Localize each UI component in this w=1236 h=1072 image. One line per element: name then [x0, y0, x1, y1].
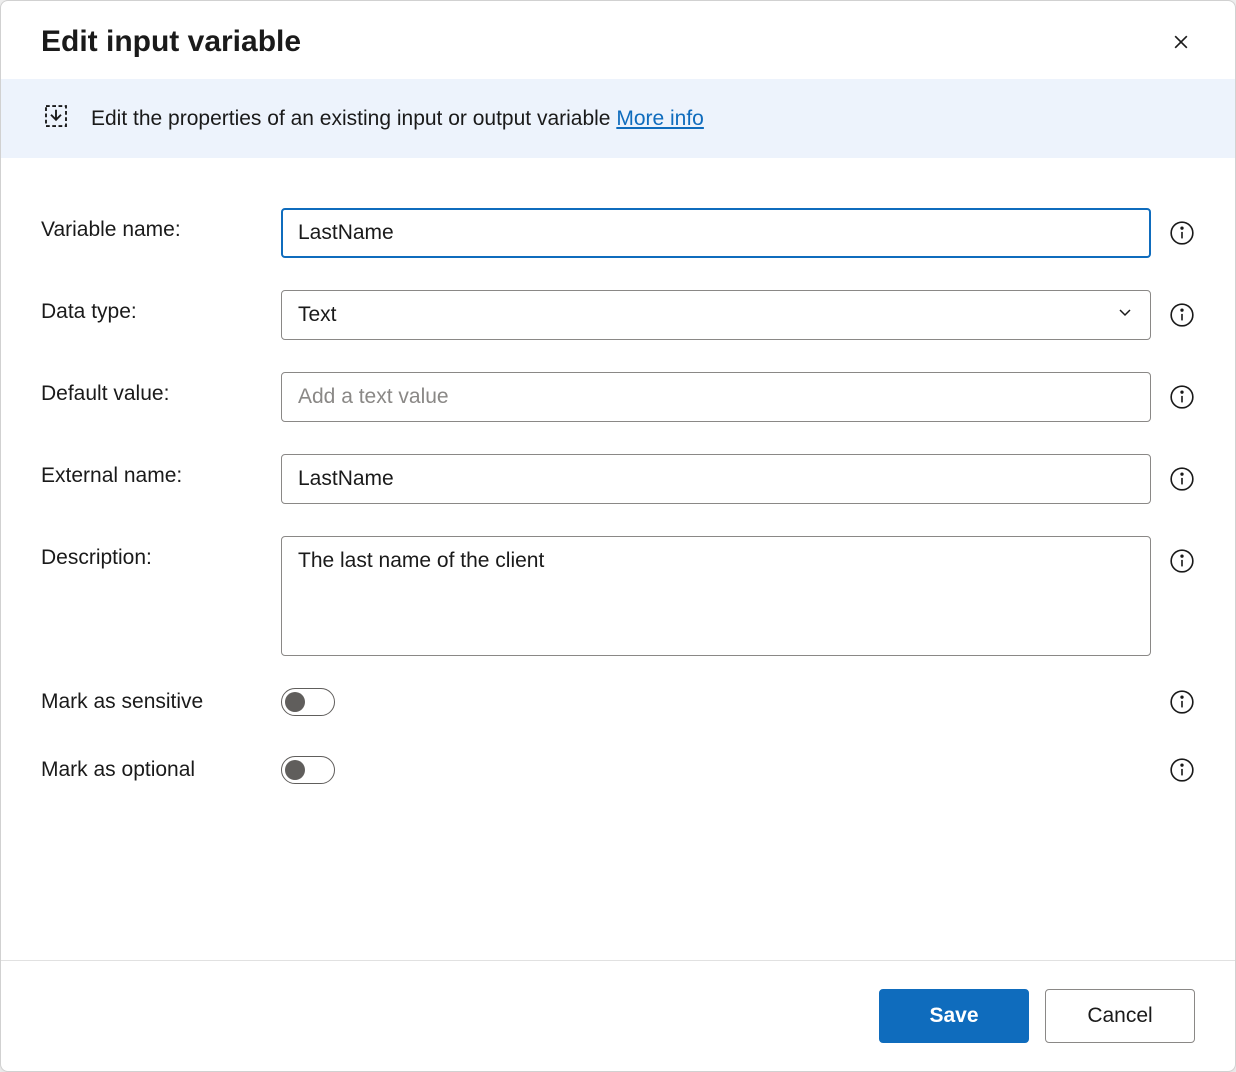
data-type-label: Data type: — [41, 290, 261, 324]
data-type-info-button[interactable] — [1169, 302, 1195, 328]
data-type-row: Data type: Text — [41, 290, 1195, 340]
mark-sensitive-row: Mark as sensitive — [41, 688, 1195, 716]
description-textarea[interactable]: The last name of the client — [281, 536, 1151, 656]
info-icon — [1169, 302, 1195, 328]
info-icon — [1169, 466, 1195, 492]
external-name-input[interactable] — [281, 454, 1151, 504]
info-icon — [1169, 548, 1195, 574]
info-icon — [1169, 757, 1195, 783]
default-value-info-button[interactable] — [1169, 384, 1195, 410]
default-value-row: Default value: — [41, 372, 1195, 422]
mark-optional-row: Mark as optional — [41, 756, 1195, 784]
info-banner: Edit the properties of an existing input… — [1, 79, 1235, 158]
variable-name-info-button[interactable] — [1169, 220, 1195, 246]
variable-name-label: Variable name: — [41, 208, 261, 242]
cancel-button[interactable]: Cancel — [1045, 989, 1195, 1043]
dialog-footer: Save Cancel — [1, 960, 1235, 1071]
more-info-link[interactable]: More info — [616, 107, 704, 130]
description-row: Description: The last name of the client — [41, 536, 1195, 656]
info-icon — [1169, 384, 1195, 410]
data-type-select[interactable]: Text — [281, 290, 1151, 340]
variable-name-input[interactable] — [281, 208, 1151, 258]
mark-sensitive-label: Mark as sensitive — [41, 690, 261, 714]
close-icon — [1171, 32, 1191, 52]
form-body: Variable name: Data type: Text — [1, 158, 1235, 960]
dialog-header: Edit input variable — [1, 1, 1235, 79]
description-label: Description: — [41, 536, 261, 570]
default-value-input[interactable] — [281, 372, 1151, 422]
banner-download-icon — [41, 101, 71, 136]
external-name-info-button[interactable] — [1169, 466, 1195, 492]
info-icon — [1169, 220, 1195, 246]
info-icon — [1169, 689, 1195, 715]
close-button[interactable] — [1167, 28, 1195, 56]
variable-name-row: Variable name: — [41, 208, 1195, 258]
default-value-label: Default value: — [41, 372, 261, 406]
mark-optional-info-button[interactable] — [1169, 757, 1195, 783]
external-name-label: External name: — [41, 454, 261, 488]
description-info-button[interactable] — [1169, 548, 1195, 574]
mark-sensitive-toggle[interactable] — [281, 688, 335, 716]
external-name-row: External name: — [41, 454, 1195, 504]
mark-optional-toggle[interactable] — [281, 756, 335, 784]
mark-optional-label: Mark as optional — [41, 758, 261, 782]
mark-sensitive-info-button[interactable] — [1169, 689, 1195, 715]
banner-text: Edit the properties of an existing input… — [91, 107, 704, 131]
dialog-title: Edit input variable — [41, 25, 301, 59]
save-button[interactable]: Save — [879, 989, 1029, 1043]
edit-variable-dialog: Edit input variable Edit the properties … — [0, 0, 1236, 1072]
